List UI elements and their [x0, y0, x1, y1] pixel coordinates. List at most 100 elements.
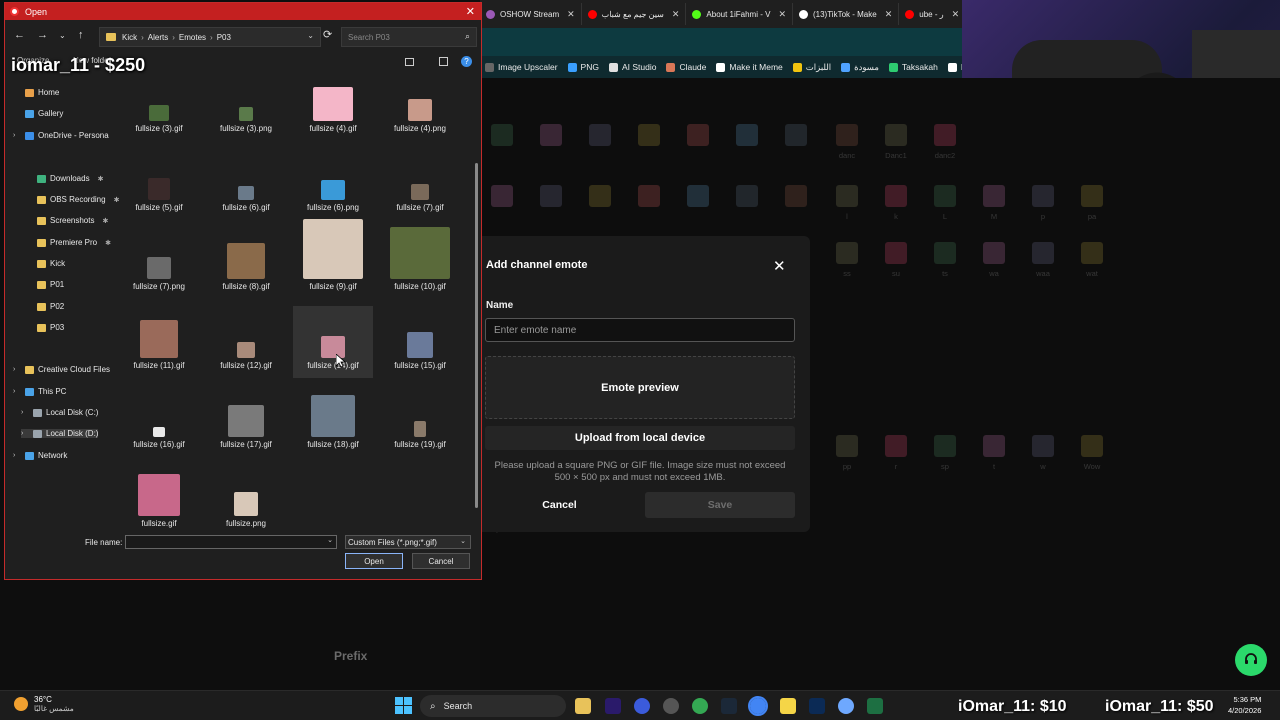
premiere-icon[interactable]	[605, 698, 621, 714]
chevron-right-icon[interactable]: ›	[21, 409, 27, 416]
sidebar-item[interactable]: Downloads ✱	[25, 174, 103, 183]
file-item[interactable]: fullsize (11).gif	[119, 306, 199, 378]
file-item[interactable]: fullsize (19).gif	[380, 385, 460, 457]
browser-tab[interactable]: OSHOW Stream ✕	[480, 3, 582, 25]
file-item[interactable]: fullsize.gif	[119, 464, 199, 536]
back-arrow-icon[interactable]: ←	[14, 29, 25, 41]
excel-icon[interactable]	[867, 698, 883, 714]
file-item[interactable]: fullsize (5).gif	[119, 148, 199, 220]
bookmark-item[interactable]: Em	[943, 62, 962, 72]
chevron-right-icon[interactable]: ›	[13, 388, 19, 395]
app-icon[interactable]	[634, 698, 650, 714]
taskbar-search[interactable]: ⌕ Search	[420, 695, 566, 717]
file-item[interactable]: fullsize (7).gif	[380, 148, 460, 220]
sidebar-item[interactable]: › Local Disk (D:)	[21, 429, 99, 438]
sidebar-item[interactable]: Gallery	[13, 109, 63, 118]
weather-widget[interactable]: 36°C مشمس غالبًا	[14, 695, 74, 713]
file-item[interactable]: fullsize (9).gif	[293, 219, 373, 299]
scrollbar[interactable]	[475, 163, 478, 508]
browser-tab[interactable]: (13)TikTok - Make ✕	[793, 3, 900, 25]
view-icon[interactable]	[405, 58, 414, 66]
breadcrumb-item[interactable]: Emotes	[179, 33, 206, 42]
sidebar-item[interactable]: P02	[25, 302, 64, 311]
emote-name-input[interactable]	[485, 318, 795, 342]
chevron-right-icon[interactable]: ›	[13, 366, 19, 373]
breadcrumb-item[interactable]: P03	[217, 33, 231, 42]
close-icon[interactable]: ✕	[952, 9, 960, 20]
chevron-right-icon[interactable]: ›	[13, 132, 19, 139]
file-item[interactable]: fullsize (14).gif	[293, 306, 373, 378]
dialog-cancel-button[interactable]: Cancel	[412, 553, 470, 569]
file-item[interactable]: fullsize (4).gif	[293, 69, 373, 141]
sidebar-item[interactable]: › OneDrive - Persona	[13, 131, 109, 140]
preview-pane-icon[interactable]	[439, 57, 448, 66]
upload-local-button[interactable]: Upload from local device	[485, 426, 795, 450]
file-name-input[interactable]: ⌄	[125, 535, 337, 549]
browser-tab[interactable]: About 1iFahmi - V ✕	[686, 3, 793, 25]
file-item[interactable]: fullsize (4).png	[380, 69, 460, 141]
close-icon[interactable]: ✕	[672, 9, 680, 20]
file-item[interactable]: fullsize (18).gif	[293, 385, 373, 457]
file-item[interactable]: fullsize (7).png	[119, 227, 199, 299]
forward-arrow-icon[interactable]: →	[37, 29, 48, 41]
browser-tab[interactable]: سين جيم مع شباب ✕	[582, 3, 687, 25]
file-item[interactable]: fullsize (3).png	[206, 69, 286, 141]
address-breadcrumb[interactable]: Kick › Alerts › Emotes › P03 ⌄	[99, 27, 321, 47]
save-button[interactable]: Save	[645, 492, 795, 518]
file-item[interactable]: fullsize (16).gif	[119, 385, 199, 457]
sidebar-item[interactable]: › This PC	[13, 387, 66, 396]
browser-icon[interactable]	[838, 698, 854, 714]
open-button[interactable]: Open	[345, 553, 403, 569]
windows-start-icon[interactable]	[395, 697, 412, 714]
chevron-down-icon[interactable]: ⌄	[327, 536, 333, 544]
bookmark-item[interactable]: اللبزات	[788, 62, 836, 73]
file-item[interactable]: fullsize (6).gif	[206, 148, 286, 220]
sidebar-item[interactable]: OBS Recording ✱	[25, 195, 119, 204]
chevron-down-icon[interactable]: ⌄	[59, 31, 66, 40]
close-icon[interactable]: ✕	[466, 5, 475, 18]
close-icon[interactable]: ✕	[778, 9, 786, 20]
support-chat-button[interactable]	[1235, 644, 1267, 676]
chevron-right-icon[interactable]: ›	[21, 430, 27, 437]
bookmark-item[interactable]: Claude	[661, 62, 711, 72]
file-item[interactable]: fullsize (8).gif	[206, 227, 286, 299]
close-icon[interactable]: ✕	[567, 9, 575, 20]
sidebar-item[interactable]: P03	[25, 323, 64, 332]
obs-icon[interactable]	[663, 698, 679, 714]
bookmark-item[interactable]: مسودة	[836, 62, 884, 73]
file-item[interactable]: fullsize (6).png	[293, 148, 373, 220]
breadcrumb-item[interactable]: Kick	[122, 33, 137, 42]
sidebar-item[interactable]: Screenshots ✱	[25, 216, 108, 225]
sidebar-item[interactable]: › Network	[13, 451, 67, 460]
breadcrumb-item[interactable]: Alerts	[148, 33, 168, 42]
sidebar-item[interactable]: Premiere Pro ✱	[25, 238, 111, 247]
cancel-button[interactable]: Cancel	[486, 492, 633, 518]
sidebar-item[interactable]: › Creative Cloud Files	[13, 365, 110, 374]
file-item[interactable]: fullsize.png	[206, 464, 286, 536]
chevron-right-icon[interactable]: ›	[13, 452, 19, 459]
sidebar-item[interactable]: Kick	[25, 259, 65, 268]
steam-icon[interactable]	[721, 698, 737, 714]
up-arrow-icon[interactable]: ↑	[78, 29, 84, 41]
file-item[interactable]: fullsize (12).gif	[206, 306, 286, 378]
file-item[interactable]: fullsize (17).gif	[206, 385, 286, 457]
bookmark-item[interactable]: Make it Meme	[711, 62, 787, 72]
close-icon[interactable]: ✕	[773, 257, 786, 275]
help-icon[interactable]: ?	[461, 56, 472, 67]
file-item[interactable]: fullsize (15).gif	[380, 306, 460, 378]
chrome-icon[interactable]	[692, 698, 708, 714]
bookmark-item[interactable]: AI Studio	[604, 62, 662, 72]
browser-tab[interactable]: ube - ر ✕	[899, 3, 962, 25]
sidebar-item[interactable]: › Local Disk (C:)	[21, 408, 98, 417]
file-item[interactable]: fullsize (10).gif	[380, 227, 460, 299]
bookmark-item[interactable]: Taksakah	[884, 62, 943, 72]
notes-icon[interactable]	[780, 698, 796, 714]
chevron-down-icon[interactable]: ⌄	[307, 31, 314, 40]
bookmark-item[interactable]: PNG	[563, 62, 604, 72]
system-clock[interactable]: 5:36 PM 4/20/2026	[1228, 694, 1261, 716]
file-type-select[interactable]: Custom Files (*.png;*.gif) ⌄	[345, 535, 471, 549]
close-icon[interactable]: ✕	[885, 9, 893, 20]
bookmark-item[interactable]: Image Upscaler	[480, 62, 563, 72]
file-item[interactable]: fullsize (3).gif	[119, 69, 199, 141]
sidebar-item[interactable]: P01	[25, 280, 64, 289]
